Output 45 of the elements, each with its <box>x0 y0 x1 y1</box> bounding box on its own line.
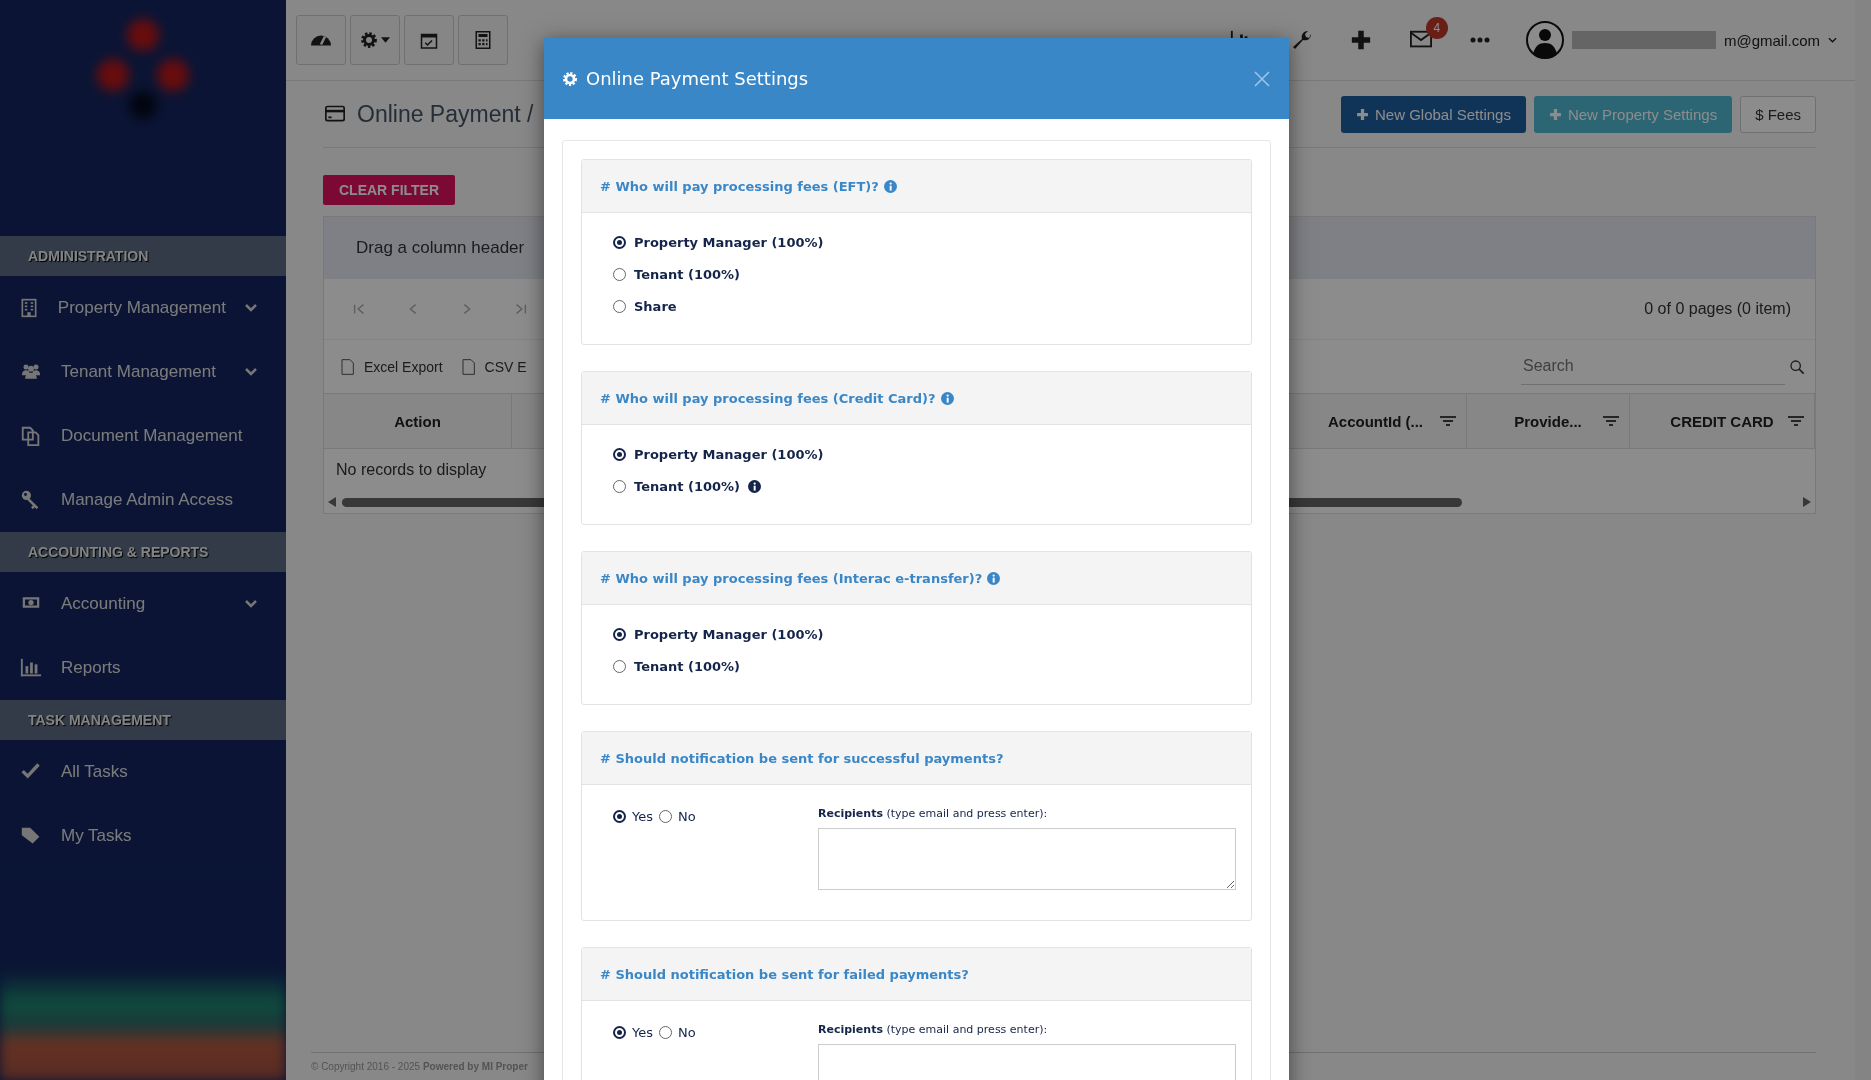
sidebar-item[interactable]: All Tasks <box>0 740 286 804</box>
column-header[interactable]: Action <box>324 394 512 448</box>
option-label[interactable]: Tenant (100%) <box>634 479 741 494</box>
sidebar-item[interactable]: Reports <box>0 636 286 700</box>
recipients-label: Recipients (type email and press enter): <box>818 807 1049 820</box>
section-title: # Who will pay processing fees (Credit Card)? <box>600 390 936 406</box>
pager-info: 0 of 0 pages (0 item) <box>1644 300 1791 318</box>
section-title: # Who will pay processing fees (EFT)? <box>600 178 879 194</box>
group-panel-hint: Drag a column header <box>356 238 525 258</box>
option-label[interactable]: Tenant (100%) <box>634 267 741 282</box>
option-label[interactable]: No <box>678 809 696 824</box>
empty-message: No records to display <box>336 461 487 479</box>
sidebar-item[interactable]: Accounting <box>0 572 286 636</box>
export-button[interactable]: Excel Export <box>334 357 449 376</box>
column-header[interactable]: Provide... <box>1467 394 1630 448</box>
user-email[interactable]: m@gmail.com <box>1723 31 1820 49</box>
option-label[interactable]: Property Manager (100%) <box>634 235 824 250</box>
option-label[interactable]: Yes <box>632 1025 653 1040</box>
option-label[interactable]: Share <box>634 299 677 314</box>
dialog-title: Online Payment Settings <box>586 68 810 89</box>
column-header[interactable]: CREDIT CARD <box>1630 394 1815 448</box>
option-label[interactable]: Yes <box>632 809 653 824</box>
sidebar-item[interactable]: Property Management <box>0 276 286 340</box>
toolbar-button[interactable]: New Global Settings <box>1341 95 1526 133</box>
export-button[interactable]: CSV E <box>454 357 533 376</box>
notification-badge: 4 <box>1425 17 1448 39</box>
sidebar-item[interactable]: My Tasks <box>0 804 286 868</box>
option-label[interactable]: Property Manager (100%) <box>634 447 824 462</box>
page-title: Online Payment / <box>357 100 534 128</box>
section-title: # Should notification be sent for failed payments? <box>600 966 969 982</box>
option-label[interactable]: Tenant (100%) <box>634 659 741 674</box>
section-title: # Who will pay processing fees (Interac e-transfer)? <box>600 570 983 586</box>
search-field[interactable]: Search <box>1521 348 1785 385</box>
sidebar-section-header: ADMINISTRATION <box>0 236 286 276</box>
recipients-label: Recipients (type email and press enter): <box>818 1023 1049 1036</box>
clear-filter-button[interactable]: CLEAR FILTER <box>323 175 456 205</box>
sidebar-section-header: TASK MANAGEMENT <box>0 700 286 740</box>
option-label[interactable]: No <box>678 1025 696 1040</box>
sidebar-item[interactable]: Tenant Management <box>0 340 286 404</box>
section-title: # Should notification be sent for successful payments? <box>600 750 1004 766</box>
sidebar-item[interactable]: Manage Admin Access <box>0 468 286 532</box>
sidebar-section-header: ACCOUNTING & REPORTS <box>0 532 286 572</box>
toolbar-button[interactable]: $ Fees <box>1740 95 1816 133</box>
sidebar-item[interactable]: Document Management <box>0 404 286 468</box>
option-label[interactable]: Property Manager (100%) <box>634 627 824 642</box>
